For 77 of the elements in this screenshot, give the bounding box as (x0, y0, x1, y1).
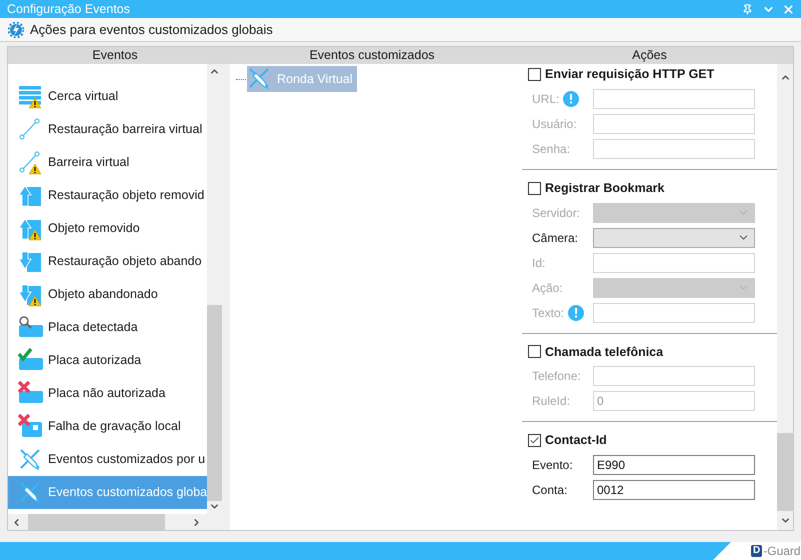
column-header: Ações (631, 47, 668, 64)
gear-lightning-icon (8, 22, 24, 38)
event-label: Placa detectada (48, 319, 138, 336)
dropdown[interactable] (593, 228, 755, 248)
event-item[interactable]: Cerca virtual (8, 80, 207, 113)
event-label: Cerca virtual (48, 88, 118, 106)
checkbox[interactable] (528, 345, 541, 358)
horizontal-scrollbar[interactable] (8, 514, 222, 530)
event-item[interactable]: Restauração barreira virtual (8, 113, 207, 146)
checkbox[interactable] (528, 68, 541, 81)
event-label: Placa não autorizada (48, 385, 166, 402)
column-header: Eventos customizados (308, 47, 436, 64)
event-item[interactable]: Falha de gravação local (8, 410, 207, 443)
toolbar-title: Ações para eventos customizados globais (30, 20, 273, 39)
info-icon (563, 90, 580, 107)
event-label: Restauração barreira virtual (48, 121, 202, 138)
dropdown[interactable] (593, 278, 755, 298)
field-label: Evento: (532, 457, 573, 474)
input-field[interactable] (593, 114, 755, 134)
line-icon (18, 150, 44, 176)
section-title: Registrar Bookmark (545, 180, 664, 197)
checkbox[interactable] (528, 182, 541, 195)
scrollbar-thumb[interactable] (777, 433, 793, 511)
dropdown[interactable] (593, 202, 755, 222)
section-title: Contact-Id (545, 432, 607, 450)
field-label: Senha: (532, 140, 570, 158)
info-icon (568, 304, 584, 320)
field-label: Telefone: (532, 368, 581, 386)
event-item[interactable]: Barreira virtual (8, 146, 207, 179)
tree-line (236, 78, 246, 80)
checkbox[interactable] (528, 434, 541, 448)
event-item[interactable]: Restauração objeto abando (8, 245, 207, 278)
field-label: RuleId: (532, 393, 570, 410)
event-label: Objeto removido (48, 220, 140, 238)
pin-icon[interactable] (742, 4, 753, 14)
event-item[interactable]: Objeto abandonado (8, 278, 207, 311)
field-label: URL: (532, 90, 560, 108)
event-label: Restauração objeto removid (48, 187, 204, 204)
event-label: Eventos customizados globa (48, 484, 207, 502)
tree-item-label: Ronda Virtual (277, 70, 353, 88)
event-item[interactable]: Eventos customizados por u (8, 443, 207, 476)
input-field[interactable] (593, 366, 755, 386)
input-field[interactable] (593, 88, 755, 109)
column-header: Eventos (91, 47, 139, 64)
field-label: Servidor: (532, 204, 580, 222)
event-item[interactable]: Restauração objeto removid (8, 179, 207, 212)
event-label: Restauração objeto abando (48, 253, 202, 270)
field-label: Câmera: (532, 230, 578, 246)
scrollbar-thumb[interactable] (207, 305, 222, 501)
input-field[interactable]: 0012 (593, 480, 755, 500)
field-label: Usuário: (532, 116, 577, 133)
input-field[interactable] (593, 252, 755, 272)
input-field[interactable]: E990 (593, 455, 755, 475)
event-item[interactable]: Placa detectada (8, 311, 207, 344)
event-item[interactable]: Placa autorizada (8, 344, 207, 377)
event-label: Barreira virtual (48, 154, 130, 172)
scrollbar-thumb[interactable] (28, 514, 165, 530)
input-field[interactable] (593, 302, 755, 322)
field-label: Id: (532, 254, 546, 272)
event-label: Placa autorizada (48, 352, 142, 370)
window-title: Configuração Eventos (7, 0, 131, 18)
event-label: Falha de gravação local (48, 418, 181, 436)
close-icon[interactable] (782, 2, 795, 16)
field-label: Ação: (532, 280, 563, 296)
fence-icon (18, 84, 44, 110)
disk-x-icon (18, 414, 44, 440)
field-label: Texto: (532, 304, 564, 322)
field-label: Conta: (532, 482, 568, 499)
logo: D -Guard (750, 543, 801, 560)
event-item[interactable]: Placa não autorizada (8, 377, 207, 410)
event-item[interactable]: Objeto removido (8, 212, 207, 245)
section-title: Enviar requisição HTTP GET (545, 66, 714, 83)
event-label: Eventos customizados por u (48, 451, 206, 468)
vertical-scrollbar[interactable] (777, 64, 793, 530)
section-title: Chamada telefônica (545, 344, 664, 360)
event-label: Objeto abandonado (48, 286, 158, 304)
input-field[interactable] (593, 138, 755, 159)
